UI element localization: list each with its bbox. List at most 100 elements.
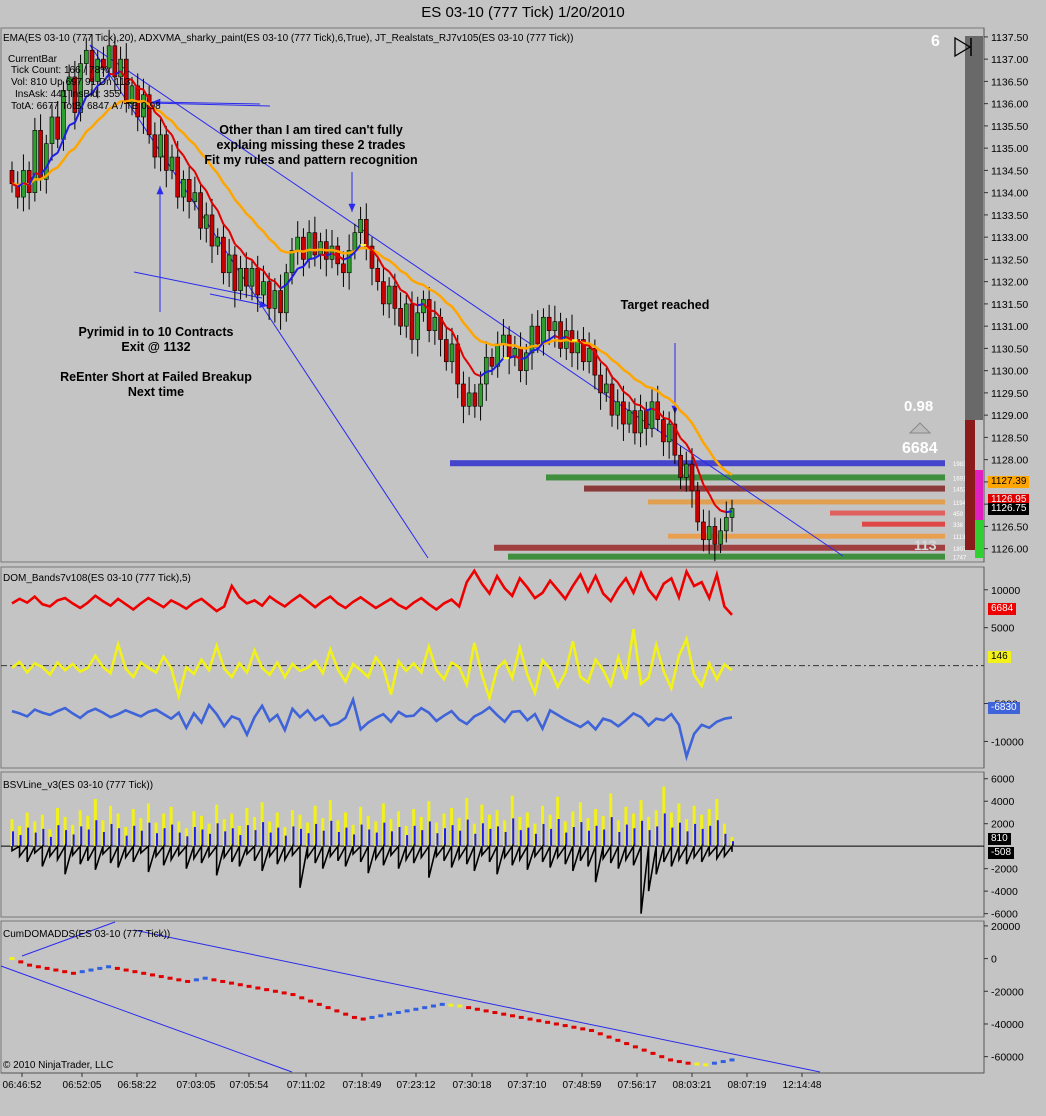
level-label: 459 — [953, 512, 964, 518]
y-tick-label: 1137.50 — [991, 32, 1028, 44]
y-tick-label: 0 — [991, 954, 997, 966]
stat-bar-gray — [965, 36, 983, 420]
cum-point — [360, 1017, 366, 1021]
candle-body — [352, 232, 358, 251]
cum-point — [632, 1045, 638, 1049]
cum-point — [641, 1048, 647, 1052]
candle-body — [689, 463, 695, 492]
candle-body — [712, 526, 718, 545]
candle-body — [266, 281, 272, 309]
cum-point — [193, 978, 199, 982]
candle-body — [535, 325, 541, 345]
cum-point — [562, 1024, 568, 1028]
cum-point — [597, 1032, 603, 1036]
y-tick-label: 1135.50 — [991, 121, 1028, 133]
y-tick-label: 1136.00 — [991, 99, 1028, 111]
candle-body — [449, 343, 455, 363]
panel-frame-3 — [0, 920, 985, 1074]
cum-point — [527, 1017, 533, 1021]
annotation-target: Target reached — [620, 298, 710, 312]
candle-body — [546, 316, 552, 331]
tag-bsv-sell: -508 — [988, 847, 1015, 859]
candle-body — [558, 321, 563, 349]
cum-point — [422, 1006, 428, 1010]
cum-panel-label: CumDOMADDS(ES 03-10 (777 Tick)) — [3, 929, 171, 940]
cum-point — [659, 1055, 665, 1059]
y-tick-label: 1130.50 — [991, 343, 1028, 355]
cum-point — [272, 989, 278, 993]
cum-point — [501, 1012, 507, 1016]
chart-canvas[interactable]: 1983 1691 1452 1194 459 338 1113 1807 1747 1137.5… — [0, 0, 1046, 1116]
cum-point — [316, 1002, 322, 1006]
cum-point — [220, 979, 226, 983]
candle-body — [255, 267, 261, 296]
y-tick-label: -4000 — [991, 886, 1018, 898]
level-bar — [508, 553, 945, 560]
x-tick-label: 06:52:05 — [63, 1080, 102, 1091]
candle-body — [409, 303, 415, 340]
cum-point — [729, 1058, 735, 1062]
cum-point — [448, 1003, 454, 1007]
annotation-tired-2: explaing missing these 2 trades — [216, 138, 406, 152]
y-tick-label: -20000 — [991, 986, 1024, 998]
candle-body — [226, 254, 232, 274]
candle-body — [192, 192, 198, 202]
candle-body — [238, 267, 243, 291]
candle-body — [55, 116, 61, 140]
cum-point — [509, 1014, 515, 1018]
x-tick-label: 08:07:19 — [728, 1080, 767, 1091]
y-tick-label: 1133.00 — [991, 232, 1028, 244]
adxvma-segment — [520, 356, 527, 361]
candle-body — [243, 267, 249, 287]
y-tick-label: 1133.50 — [991, 210, 1028, 222]
dom-panel-label: DOM_Bands7v108(ES 03-10 (777 Tick),5) — [3, 573, 191, 584]
adxvma-segment — [417, 303, 424, 307]
candle-body — [261, 281, 266, 296]
tag-dom-blue: -6830 — [988, 702, 1020, 714]
y-tick-label: 1134.50 — [991, 165, 1028, 177]
x-tick-label: 07:37:10 — [508, 1080, 547, 1091]
cum-point — [255, 986, 261, 990]
candle-body — [295, 236, 301, 251]
candle-body — [638, 410, 643, 434]
cum-point — [106, 965, 112, 969]
candle-body — [232, 254, 238, 291]
y-tick-label: 1129.50 — [991, 388, 1028, 400]
y-tick-label: 1126.00 — [991, 544, 1028, 556]
cum-point — [97, 966, 103, 970]
cum-point — [711, 1061, 717, 1065]
stat-count: 6 — [931, 33, 940, 50]
candle-body — [301, 236, 306, 260]
cum-point — [281, 991, 287, 995]
cum-point — [246, 984, 252, 988]
candle-body — [83, 49, 89, 64]
x-tick-label: 12:14:48 — [783, 1080, 822, 1091]
candle-body — [706, 526, 712, 541]
candle-body — [221, 236, 226, 274]
cum-point — [88, 968, 94, 972]
level-bar — [830, 510, 945, 516]
cum-point — [299, 996, 305, 1000]
candle-body — [478, 383, 483, 407]
level-label: 1113 — [953, 535, 966, 541]
cum-point — [114, 966, 120, 970]
level-label: 338 — [953, 523, 964, 529]
cum-point — [351, 1015, 357, 1019]
candle-body — [203, 214, 209, 229]
candle-body — [249, 267, 255, 287]
adxvma-segment — [34, 172, 41, 176]
cum-point — [79, 970, 85, 974]
cum-point — [518, 1015, 524, 1019]
cum-point — [308, 999, 314, 1003]
candle-body — [661, 419, 666, 443]
adxvma-segment — [583, 343, 590, 347]
candle-body — [598, 374, 603, 394]
current-bar-line3: InsAsk: 441 InsBid: 355 — [15, 89, 121, 100]
candle-body — [289, 250, 295, 274]
candle-body — [381, 281, 386, 305]
candle-body — [9, 170, 15, 185]
level-label: 1983 — [953, 462, 967, 468]
adxvma-segment — [137, 87, 144, 91]
candle-body — [621, 401, 626, 425]
candle-body — [426, 299, 432, 331]
